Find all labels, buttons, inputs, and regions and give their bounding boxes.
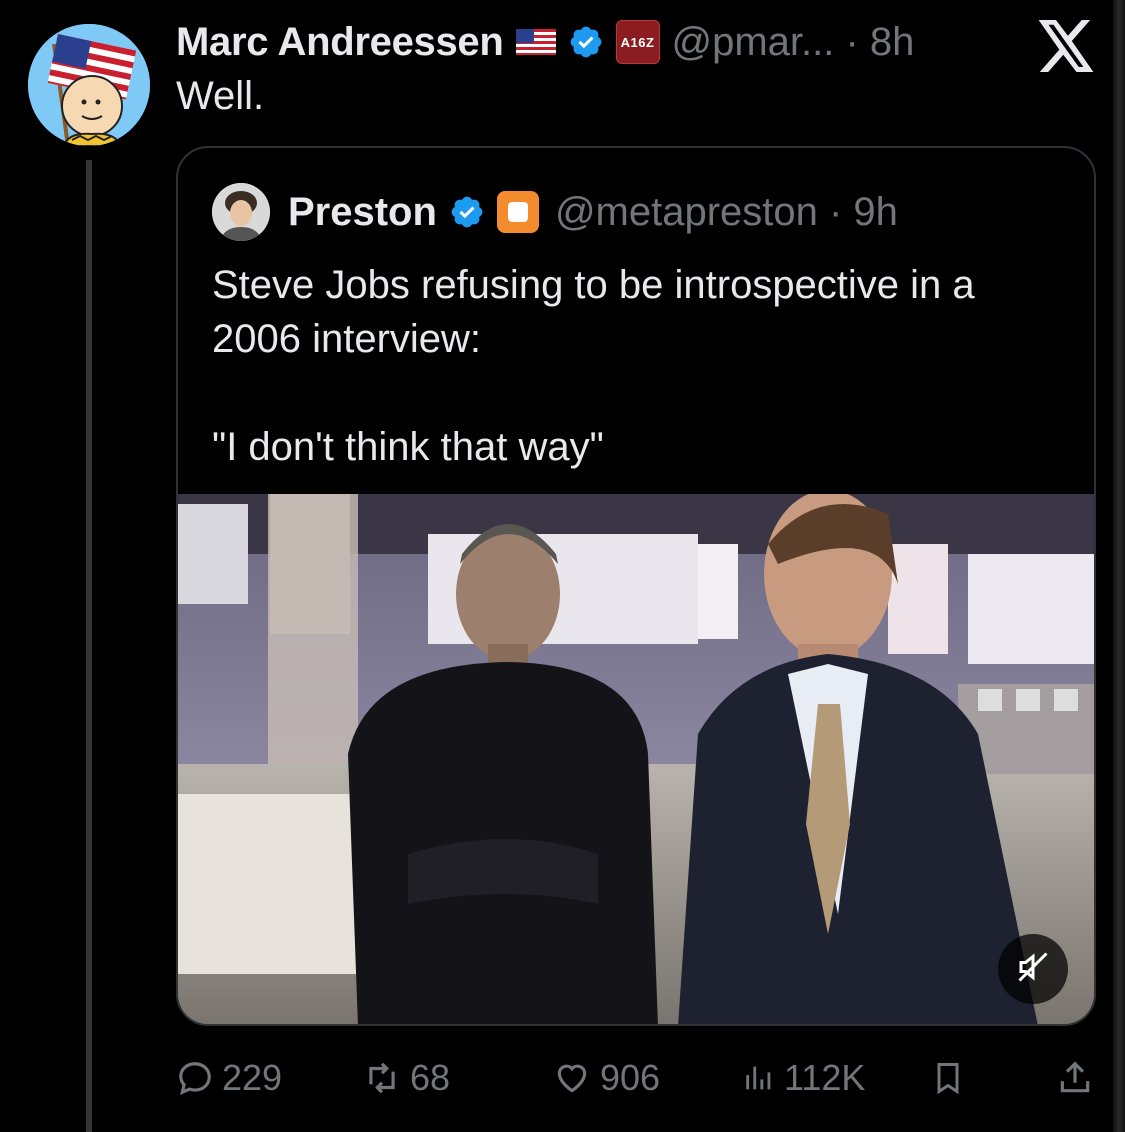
tweet-actions: 229 68 906 112K [176, 1050, 1096, 1106]
like-button[interactable]: 906 [552, 1050, 660, 1106]
quoted-text-quote: "I don't think that way" [212, 425, 604, 469]
x-logo-icon [1038, 20, 1096, 72]
video-player[interactable] [178, 494, 1094, 1024]
author-handle-time[interactable]: @pmar... · 8h [672, 20, 915, 65]
affiliate-badge[interactable]: A16Z [615, 20, 660, 64]
share-icon [1056, 1059, 1094, 1097]
tweet-header: Marc Andreessen A16Z @pmar... · 8h [176, 14, 914, 70]
share-button[interactable] [1056, 1050, 1094, 1106]
reply-button[interactable]: 229 [176, 1050, 282, 1106]
mute-button[interactable] [998, 934, 1068, 1004]
views-button[interactable]: 112K [742, 1050, 865, 1106]
verified-badge-icon[interactable] [449, 194, 485, 230]
scrollbar[interactable] [1113, 0, 1125, 1132]
affiliate-badge-icon[interactable] [496, 191, 539, 233]
mute-icon [1015, 949, 1051, 990]
bookmark-icon [930, 1059, 966, 1097]
tweet-view: Marc Andreessen A16Z @pmar... · 8h Well.… [0, 0, 1125, 1132]
quoted-author-name[interactable]: Preston [288, 190, 437, 235]
quoted-tweet-text: Steve Jobs refusing to be introspective … [212, 258, 1072, 474]
tweet-text: Well. [176, 74, 265, 118]
verified-badge-icon[interactable] [568, 24, 604, 60]
thread-line [86, 160, 92, 1132]
quoted-author-handle-time[interactable]: @metapreston · 9h [555, 190, 898, 235]
repost-icon [362, 1059, 402, 1097]
repost-count: 68 [410, 1057, 451, 1098]
us-flag-icon [515, 29, 556, 55]
author-name[interactable]: Marc Andreessen [176, 20, 504, 65]
quoted-text-line: Steve Jobs refusing to be introspective … [212, 263, 975, 361]
quoted-tweet-header: Preston @metapreston · 9h [212, 182, 898, 242]
views-icon [742, 1059, 776, 1097]
avatar[interactable] [28, 24, 150, 146]
like-count: 906 [600, 1057, 661, 1098]
view-count: 112K [784, 1057, 866, 1098]
repost-button[interactable]: 68 [362, 1050, 450, 1106]
reply-count: 229 [222, 1057, 283, 1098]
quoted-avatar[interactable] [212, 183, 270, 241]
heart-icon [552, 1059, 592, 1097]
reply-icon [176, 1059, 214, 1097]
quoted-tweet[interactable]: Preston @metapreston · 9h Steve Jobs ref… [176, 146, 1096, 1026]
bookmark-button[interactable] [930, 1050, 966, 1106]
